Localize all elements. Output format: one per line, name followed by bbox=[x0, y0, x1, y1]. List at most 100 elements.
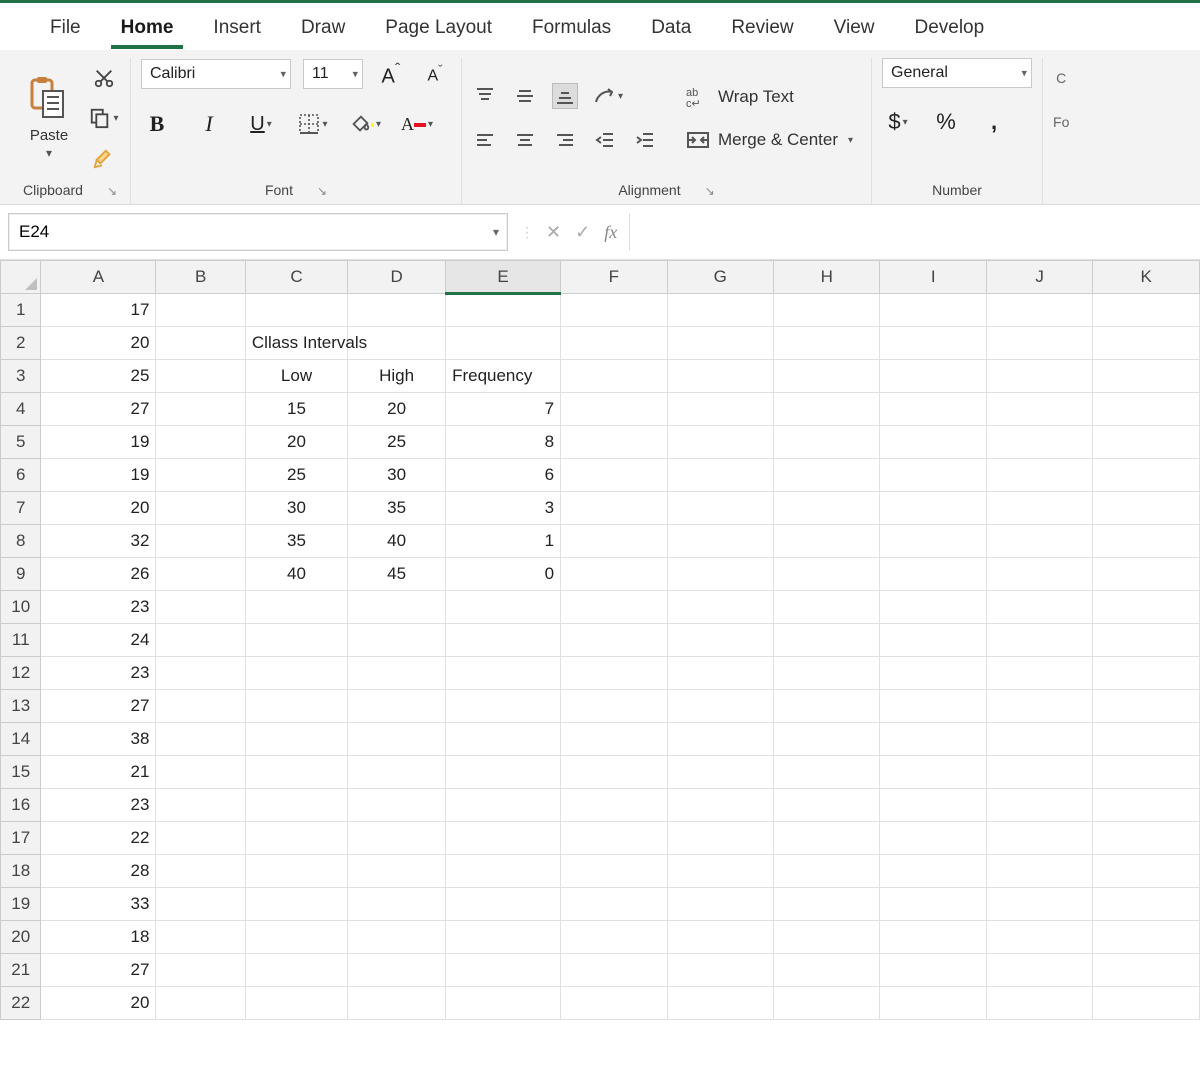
cell-C4[interactable]: 15 bbox=[245, 393, 347, 426]
cell-K20[interactable] bbox=[1093, 921, 1200, 954]
cell-F15[interactable] bbox=[561, 756, 667, 789]
cell-G16[interactable] bbox=[667, 789, 773, 822]
cell-B18[interactable] bbox=[156, 855, 245, 888]
cell-C21[interactable] bbox=[245, 954, 347, 987]
cell-C6[interactable]: 25 bbox=[245, 459, 347, 492]
cell-J17[interactable] bbox=[986, 822, 1092, 855]
cell-K17[interactable] bbox=[1093, 822, 1200, 855]
cell-C7[interactable]: 30 bbox=[245, 492, 347, 525]
column-header-B[interactable]: B bbox=[156, 261, 245, 294]
cell-D10[interactable] bbox=[348, 591, 446, 624]
cell-B6[interactable] bbox=[156, 459, 245, 492]
cell-E7[interactable]: 3 bbox=[446, 492, 561, 525]
cell-J12[interactable] bbox=[986, 657, 1092, 690]
cell-I21[interactable] bbox=[880, 954, 986, 987]
italic-button[interactable]: I bbox=[193, 108, 225, 140]
cell-G18[interactable] bbox=[667, 855, 773, 888]
cell-B11[interactable] bbox=[156, 624, 245, 657]
cell-H15[interactable] bbox=[774, 756, 880, 789]
cell-E3[interactable]: Frequency bbox=[446, 360, 561, 393]
cell-D17[interactable] bbox=[348, 822, 446, 855]
cell-H11[interactable] bbox=[774, 624, 880, 657]
cell-E18[interactable] bbox=[446, 855, 561, 888]
font-name-select[interactable]: Calibri ▾ bbox=[141, 59, 291, 89]
tab-developer[interactable]: Develop bbox=[894, 9, 1004, 49]
bold-button[interactable]: B bbox=[141, 108, 173, 140]
font-dialog-launcher[interactable]: ↘ bbox=[317, 184, 327, 198]
cell-D19[interactable] bbox=[348, 888, 446, 921]
row-header-18[interactable]: 18 bbox=[1, 855, 41, 888]
orientation-button[interactable]: ▾ bbox=[592, 83, 623, 109]
cell-E1[interactable] bbox=[446, 294, 561, 327]
cell-E4[interactable]: 7 bbox=[446, 393, 561, 426]
cell-A6[interactable]: 19 bbox=[41, 459, 156, 492]
cell-C16[interactable] bbox=[245, 789, 347, 822]
row-header-1[interactable]: 1 bbox=[1, 294, 41, 327]
row-header-9[interactable]: 9 bbox=[1, 558, 41, 591]
cell-D12[interactable] bbox=[348, 657, 446, 690]
cell-K19[interactable] bbox=[1093, 888, 1200, 921]
cell-G14[interactable] bbox=[667, 723, 773, 756]
cell-G6[interactable] bbox=[667, 459, 773, 492]
cell-D3[interactable]: High bbox=[348, 360, 446, 393]
cell-C5[interactable]: 20 bbox=[245, 426, 347, 459]
cell-B15[interactable] bbox=[156, 756, 245, 789]
cell-K22[interactable] bbox=[1093, 987, 1200, 1020]
cell-I7[interactable] bbox=[880, 492, 986, 525]
cell-B16[interactable] bbox=[156, 789, 245, 822]
format-painter-button[interactable] bbox=[88, 142, 120, 174]
cell-H17[interactable] bbox=[774, 822, 880, 855]
column-header-K[interactable]: K bbox=[1093, 261, 1200, 294]
cell-E14[interactable] bbox=[446, 723, 561, 756]
row-header-4[interactable]: 4 bbox=[1, 393, 41, 426]
cell-B1[interactable] bbox=[156, 294, 245, 327]
cell-G12[interactable] bbox=[667, 657, 773, 690]
cell-J15[interactable] bbox=[986, 756, 1092, 789]
cell-B10[interactable] bbox=[156, 591, 245, 624]
cell-K9[interactable] bbox=[1093, 558, 1200, 591]
align-middle-button[interactable] bbox=[512, 83, 538, 109]
row-header-15[interactable]: 15 bbox=[1, 756, 41, 789]
cell-G22[interactable] bbox=[667, 987, 773, 1020]
cell-B8[interactable] bbox=[156, 525, 245, 558]
font-size-select[interactable]: 11 ▾ bbox=[303, 59, 363, 89]
grow-font-button[interactable]: Aˆ bbox=[375, 58, 407, 90]
tab-home[interactable]: Home bbox=[101, 9, 194, 49]
formula-bar[interactable] bbox=[629, 213, 1192, 251]
cell-F18[interactable] bbox=[561, 855, 667, 888]
cell-I6[interactable] bbox=[880, 459, 986, 492]
row-header-11[interactable]: 11 bbox=[1, 624, 41, 657]
cell-G7[interactable] bbox=[667, 492, 773, 525]
cell-B9[interactable] bbox=[156, 558, 245, 591]
underline-button[interactable]: U ▾ bbox=[245, 108, 277, 140]
percent-button[interactable]: % bbox=[930, 106, 962, 138]
cell-E6[interactable]: 6 bbox=[446, 459, 561, 492]
cell-A19[interactable]: 33 bbox=[41, 888, 156, 921]
cell-H5[interactable] bbox=[774, 426, 880, 459]
cell-A15[interactable]: 21 bbox=[41, 756, 156, 789]
cell-J20[interactable] bbox=[986, 921, 1092, 954]
cell-D20[interactable] bbox=[348, 921, 446, 954]
cell-C3[interactable]: Low bbox=[245, 360, 347, 393]
cell-C19[interactable] bbox=[245, 888, 347, 921]
cell-D4[interactable]: 20 bbox=[348, 393, 446, 426]
borders-button[interactable]: ▾ bbox=[297, 108, 329, 140]
cell-B2[interactable] bbox=[156, 327, 245, 360]
cell-F5[interactable] bbox=[561, 426, 667, 459]
cell-C17[interactable] bbox=[245, 822, 347, 855]
cell-K1[interactable] bbox=[1093, 294, 1200, 327]
cell-F9[interactable] bbox=[561, 558, 667, 591]
tab-review[interactable]: Review bbox=[711, 9, 813, 49]
cell-D5[interactable]: 25 bbox=[348, 426, 446, 459]
merge-center-button[interactable]: Merge & Center ▾ bbox=[678, 126, 861, 154]
cell-D16[interactable] bbox=[348, 789, 446, 822]
cell-H16[interactable] bbox=[774, 789, 880, 822]
cell-G21[interactable] bbox=[667, 954, 773, 987]
cell-B22[interactable] bbox=[156, 987, 245, 1020]
cell-I18[interactable] bbox=[880, 855, 986, 888]
cell-K6[interactable] bbox=[1093, 459, 1200, 492]
cell-A18[interactable]: 28 bbox=[41, 855, 156, 888]
shrink-font-button[interactable]: Aˇ bbox=[419, 58, 451, 90]
cell-E17[interactable] bbox=[446, 822, 561, 855]
cell-D14[interactable] bbox=[348, 723, 446, 756]
